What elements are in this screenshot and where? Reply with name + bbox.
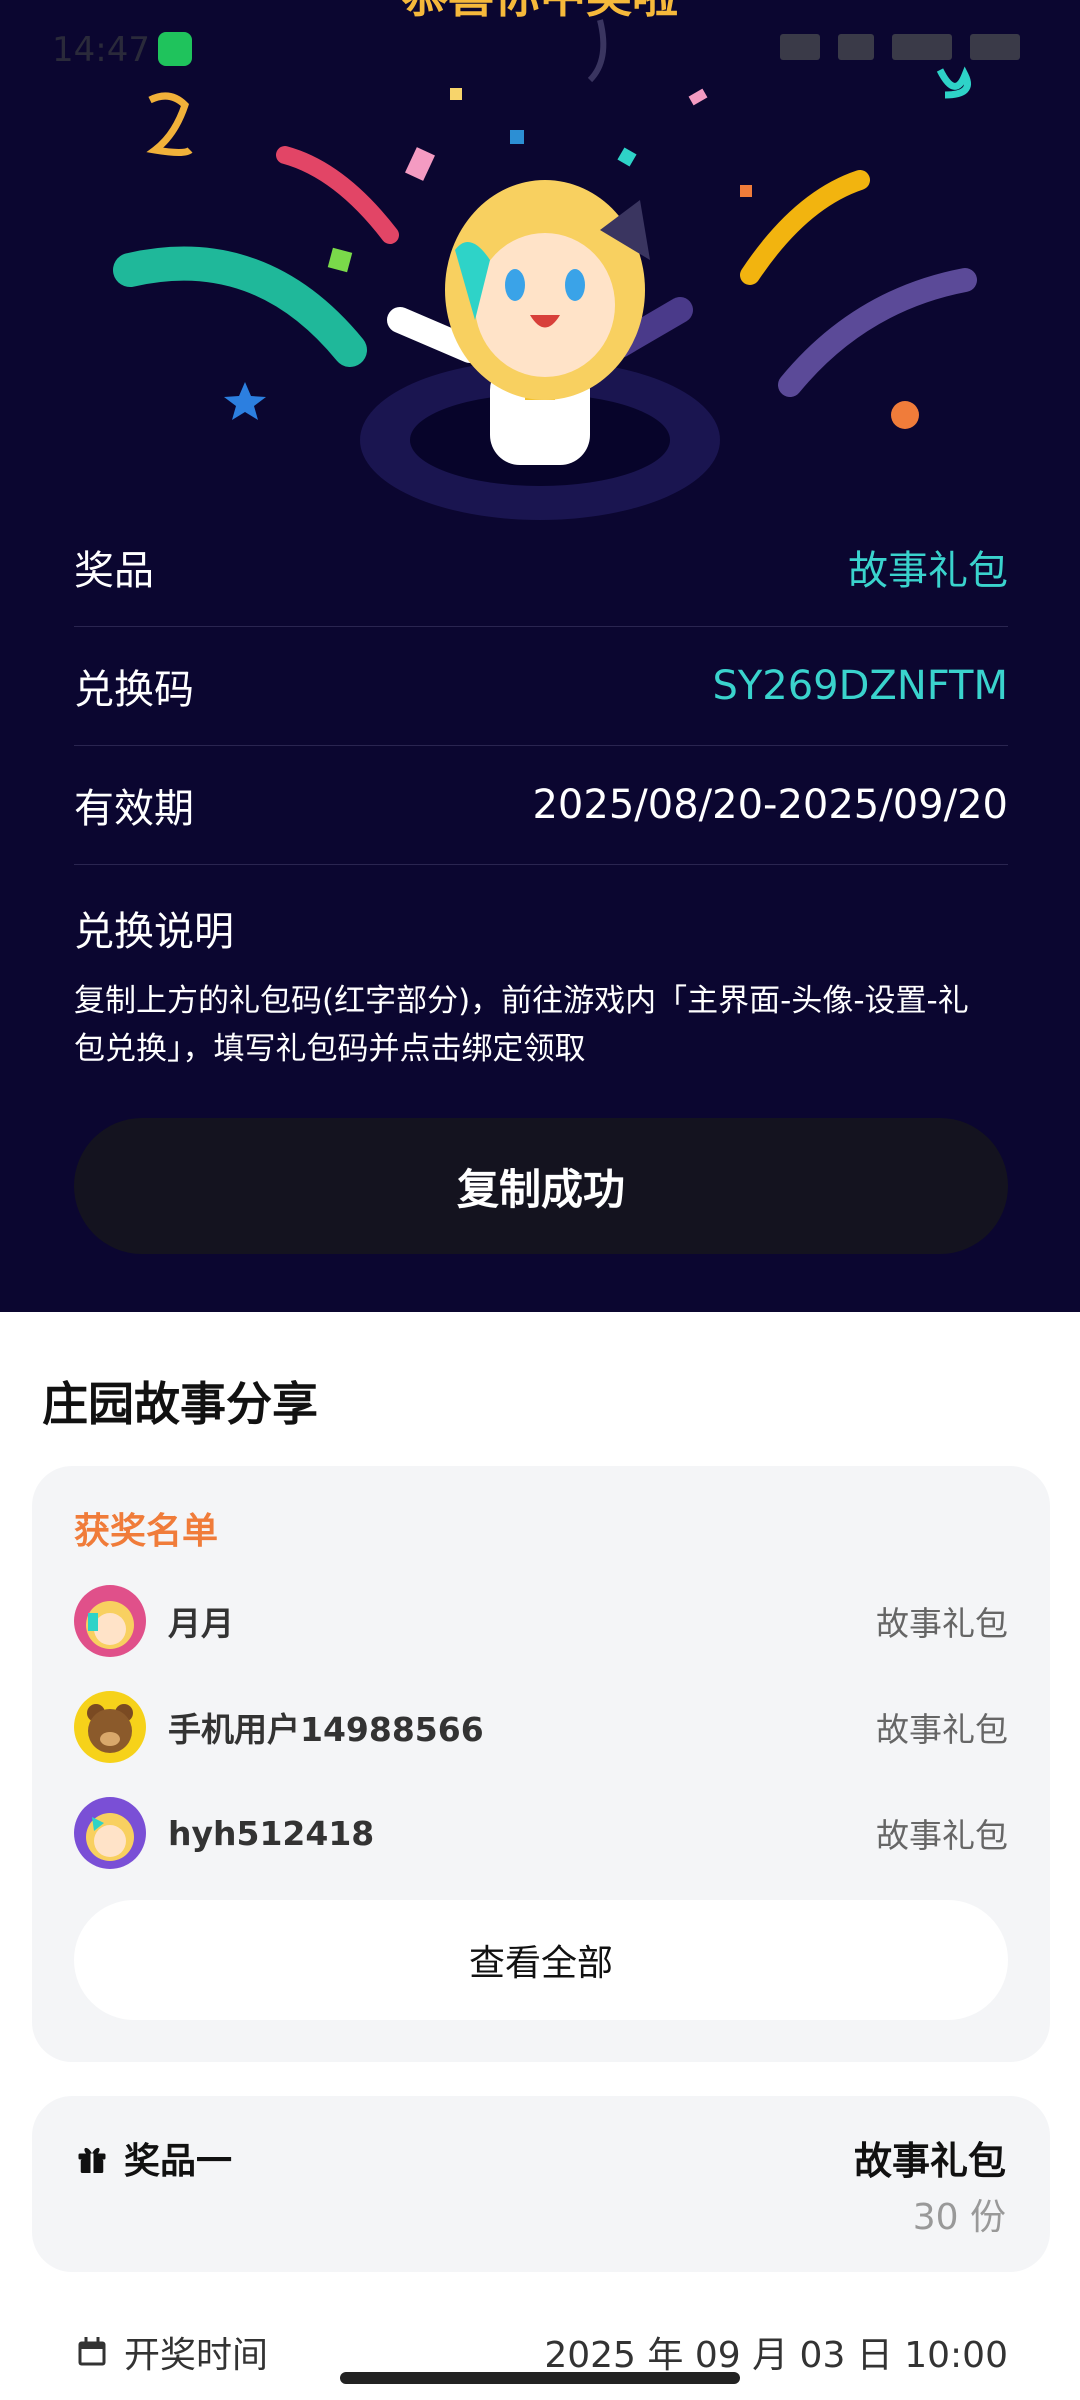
prize-card: 奖品一 故事礼包 30 份 [32,2096,1050,2272]
prize-row: 奖品 故事礼包 [74,508,1008,627]
avatar [74,1691,146,1763]
gift-icon [78,2147,106,2173]
view-all-button[interactable]: 查看全部 [74,1900,1008,2020]
reward-panel: 恭喜你中奖啦 14:47 [0,0,1080,1312]
validity-value: 2025/08/20-2025/09/20 [532,782,1008,828]
winner-info: hyh512418 [74,1797,374,1869]
prize-card-count: 30 份 [912,2197,1006,2238]
prize-value: 故事礼包 [848,548,1008,594]
winner-info: 手机用户14988566 [74,1691,484,1763]
copy-button[interactable]: 复制成功 [74,1118,1008,1254]
draw-time-heading: 开奖时间 [74,2326,268,2378]
reward-info: 奖品 故事礼包 兑换码 SY269DZNFTM 有效期 2025/08/20-2… [74,508,1008,1073]
prize-card-label: 奖品一 [124,2141,233,2182]
draw-time-label: 开奖时间 [124,2335,269,2376]
prize-label: 奖品 [74,548,154,594]
winner-info: 月月 [74,1585,234,1657]
validity-label: 有效期 [74,786,194,832]
battery-icon [970,34,1020,60]
prize-card-name: 故事礼包 [853,2139,1006,2183]
winner-prize: 故事礼包 [876,1604,1008,1643]
winner-prize: 故事礼包 [876,1816,1008,1855]
status-time: 14:47 [52,30,150,70]
redeem-code[interactable]: SY269DZNFTM [712,663,1008,709]
winner-prize: 故事礼包 [876,1710,1008,1749]
winner-name: 手机用户14988566 [168,1710,484,1749]
status-icons [780,34,1020,60]
status-bar: 14:47 [0,0,1080,96]
code-label: 兑换码 [74,667,194,713]
wechat-icon [158,32,192,66]
redeem-instructions-title: 兑换说明 [74,909,234,955]
winner-item[interactable]: 月月 故事礼包 [74,1584,1008,1658]
winner-item[interactable]: 手机用户14988566 故事礼包 [74,1690,1008,1764]
avatar [74,1797,146,1869]
home-indicator[interactable] [340,2372,740,2384]
draw-time-value: 2025 年 09 月 03 日 10:00 [544,2335,1008,2376]
prize-heading: 奖品一 [74,2132,232,2184]
winner-name: 月月 [168,1604,234,1643]
calendar-icon [78,2337,106,2366]
signal-icon [892,34,952,60]
code-row: 兑换码 SY269DZNFTM [74,627,1008,746]
winner-item[interactable]: hyh512418 故事礼包 [74,1796,1008,1870]
winner-name: hyh512418 [168,1813,375,1853]
nfc-icon [780,34,820,60]
section-title: 庄园故事分享 [42,1377,318,1431]
redeem-instructions-text: 复制上方的礼包码(红字部分)，前往游戏内「主界面-头像-设置-礼包兑换」，填写礼… [74,983,969,1067]
wifi-icon [838,34,874,60]
winners-card: 获奖名单 月月 故事礼包 手机用户14988566 故事礼包 hyh512418… [32,1466,1050,2062]
avatar [74,1585,146,1657]
winners-label: 获奖名单 [74,1511,219,1552]
validity-row: 有效期 2025/08/20-2025/09/20 [74,746,1008,865]
